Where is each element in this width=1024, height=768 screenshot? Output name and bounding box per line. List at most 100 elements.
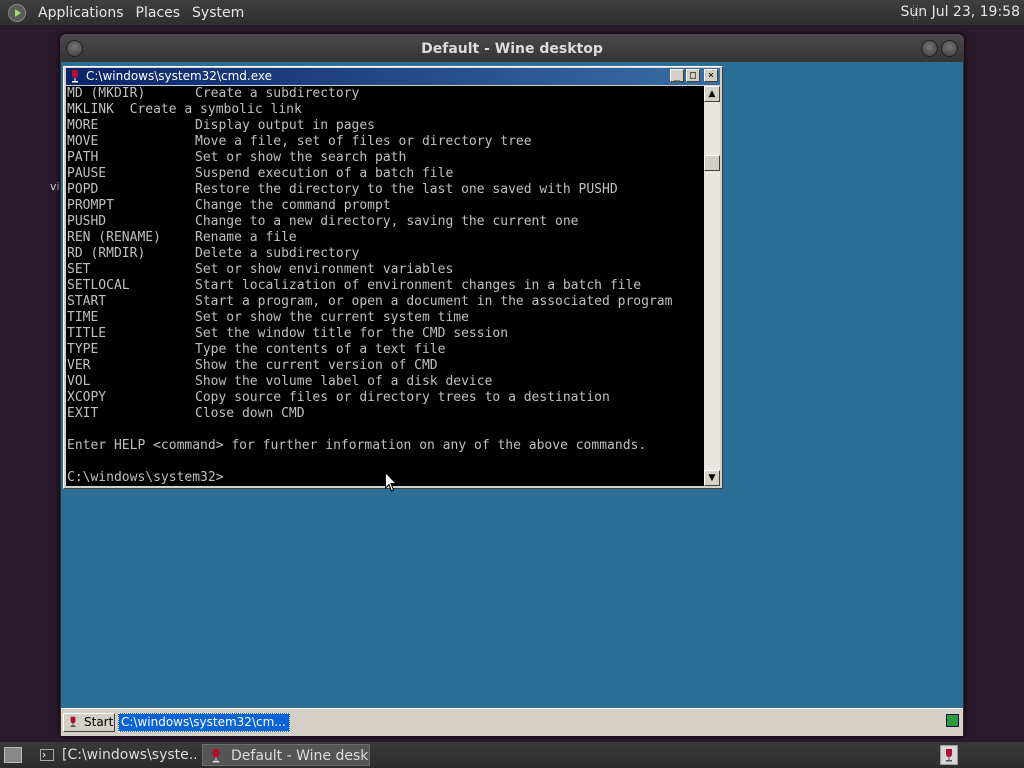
console-help-line: SET Set or show environment variables xyxy=(66,262,704,278)
panel-task-cmd-label: [C:\windows\syste... xyxy=(62,747,196,763)
help-footer-text: Enter HELP <command> for further informa… xyxy=(67,438,647,453)
help-command-description: Restore the directory to the last one sa… xyxy=(195,182,618,197)
help-command-name: REN (RENAME) xyxy=(67,230,161,245)
console-help-line: REN (RENAME) Rename a file xyxy=(66,230,704,246)
help-command-description: Rename a file xyxy=(195,230,297,245)
console-help-line: TIME Set or show the current system time xyxy=(66,310,704,326)
scroll-down-button[interactable]: ▼ xyxy=(704,470,720,486)
help-command-name: PAUSE xyxy=(67,166,107,181)
help-command-name: PATH xyxy=(67,150,99,165)
console-help-line: VER Show the current version of CMD xyxy=(66,358,704,374)
console-output[interactable]: MD (MKDIR) Create a subdirectory MKLINK Cr… xyxy=(66,86,704,486)
show-desktop-icon[interactable] xyxy=(4,747,22,763)
start-label: Start xyxy=(84,715,114,729)
wine-glass-icon xyxy=(70,716,76,727)
help-command-name: PUSHD xyxy=(67,214,107,229)
minimize-button[interactable] xyxy=(921,40,938,57)
help-command-description: Show the current version of CMD xyxy=(195,358,438,373)
help-command-name: XCOPY xyxy=(67,390,107,405)
console-help-line: MOVE Move a file, set of files or directo… xyxy=(66,134,704,150)
help-command-description: Set the window title for the CMD session xyxy=(195,326,509,341)
cmd-window: C:\windows\system32\cmd.exe _ □ × MD (MK… xyxy=(63,66,723,489)
cmd-close-button[interactable]: × xyxy=(704,69,718,82)
help-command-description: Copy source files or directory trees to … xyxy=(195,390,610,405)
console-help-line: SETLOCAL Start localization of environmen… xyxy=(66,278,704,294)
cmd-maximize-button[interactable]: □ xyxy=(686,69,700,82)
wine-glass-icon xyxy=(72,70,78,83)
console-help-line: RD (RMDIR) Delete a subdirectory xyxy=(66,246,704,262)
console-help-line: PATH Set or show the search path xyxy=(66,150,704,166)
console-help-line: TITLE Set the window title for the CMD se… xyxy=(66,326,704,342)
console-help-line: EXIT Close down CMD xyxy=(66,406,704,422)
help-command-name: POPD xyxy=(67,182,99,197)
help-command-name: VER xyxy=(67,358,91,373)
help-command-name: SETLOCAL xyxy=(67,278,130,293)
help-command-description: Change to a new directory, saving the cu… xyxy=(195,214,579,229)
help-command-description: Show the volume label of a disk device xyxy=(195,374,493,389)
console-help-footer: Enter HELP <command> for further informa… xyxy=(66,438,704,454)
console-help-line: VOL Show the volume label of a disk devic… xyxy=(66,374,704,390)
panel-task-cmd[interactable]: [C:\windows\syste... xyxy=(34,744,196,766)
help-command-description: Change the command prompt xyxy=(195,198,391,213)
help-command-description: Suspend execution of a batch file xyxy=(195,166,454,181)
console-help-line: PUSHD Change to a new directory, saving t… xyxy=(66,214,704,230)
help-command-description: Delete a subdirectory xyxy=(195,246,360,261)
tray-wine-icon[interactable] xyxy=(940,745,958,765)
wine-taskbar: Start C:\windows\system32\cm... xyxy=(61,708,963,736)
mouse-cursor-icon xyxy=(385,472,397,492)
wine-desktop-window: Default - Wine desktop C:\windows\system… xyxy=(60,34,964,736)
clock[interactable]: Sun Jul 23, 19:58 xyxy=(901,4,1021,20)
cmd-minimize-button[interactable]: _ xyxy=(670,69,684,82)
wine-window-titlebar[interactable]: Default - Wine desktop xyxy=(60,34,964,64)
console-help-line: TYPE Type the contents of a text file xyxy=(66,342,704,358)
help-command-name: VOL xyxy=(67,374,91,389)
help-command-name: MOVE xyxy=(67,134,99,149)
wine-glass-icon xyxy=(212,749,220,763)
help-command-name: PROMPT xyxy=(67,198,114,213)
panel-task-wine-desktop[interactable]: Default - Wine desk... xyxy=(202,744,370,766)
help-command-name: TITLE xyxy=(67,326,107,341)
start-button[interactable]: Start xyxy=(63,713,115,732)
help-command-name: MKLINK Create a symbolic link xyxy=(67,102,302,117)
help-command-description: Type the contents of a text file xyxy=(195,342,446,357)
help-command-name: START xyxy=(67,294,107,309)
top-panel: Applications Places System Sun Jul 23, 1… xyxy=(0,0,1024,25)
help-command-description: Create a subdirectory xyxy=(195,86,360,101)
wine-desktop-area[interactable]: C:\windows\system32\cmd.exe _ □ × MD (MK… xyxy=(61,62,963,736)
menu-places[interactable]: Places xyxy=(130,5,187,21)
scroll-up-button[interactable]: ▲ xyxy=(704,86,720,102)
panel-task-wine-label: Default - Wine desk... xyxy=(231,748,370,764)
applications-logo-icon[interactable] xyxy=(8,3,26,22)
scroll-thumb[interactable] xyxy=(704,155,720,171)
help-command-name: EXIT xyxy=(67,406,99,421)
tray-status-icon[interactable] xyxy=(946,714,959,727)
wine-glass-icon xyxy=(946,749,952,762)
console-help-line: MKLINK Create a symbolic link xyxy=(66,102,704,118)
maximize-button[interactable] xyxy=(941,40,958,57)
console-help-line: POPD Restore the directory to the last on… xyxy=(66,182,704,198)
help-command-description: Display output in pages xyxy=(195,118,376,133)
console-scrollbar[interactable]: ▲ ▼ xyxy=(704,86,720,486)
command-prompt[interactable]: C:\windows\system32> xyxy=(67,470,224,486)
console-help-line: START Start a program, or open a document… xyxy=(66,294,704,310)
wine-window-title: Default - Wine desktop xyxy=(421,41,603,57)
window-menu-button[interactable] xyxy=(66,40,83,57)
bottom-panel: [C:\windows\syste... Default - Wine desk… xyxy=(0,742,1024,768)
terminal-icon xyxy=(40,749,54,761)
menu-applications[interactable]: Applications xyxy=(32,5,130,21)
taskbar-task-cmd[interactable]: C:\windows\system32\cm... xyxy=(118,713,290,732)
desktop-icon-label-fragment: vi xyxy=(50,180,60,193)
cmd-titlebar[interactable]: C:\windows\system32\cmd.exe _ □ × xyxy=(66,68,720,85)
console-help-line: MORE Display output in pages xyxy=(66,118,704,134)
console-help-line: MD (MKDIR) Create a subdirectory xyxy=(66,86,704,102)
console-help-line: XCOPY Copy source files or directory tree… xyxy=(66,390,704,406)
cmd-window-title: C:\windows\system32\cmd.exe xyxy=(86,69,272,83)
help-command-description: Set or show environment variables xyxy=(195,262,454,277)
help-command-description: Start localization of environment change… xyxy=(195,278,642,293)
console-help-line: PAUSE Suspend execution of a batch file xyxy=(66,166,704,182)
help-command-description: Set or show the search path xyxy=(195,150,407,165)
help-command-name: MORE xyxy=(67,118,99,133)
help-command-description: Start a program, or open a document in t… xyxy=(195,294,673,309)
help-command-description: Set or show the current system time xyxy=(195,310,469,325)
menu-system[interactable]: System xyxy=(186,5,250,21)
